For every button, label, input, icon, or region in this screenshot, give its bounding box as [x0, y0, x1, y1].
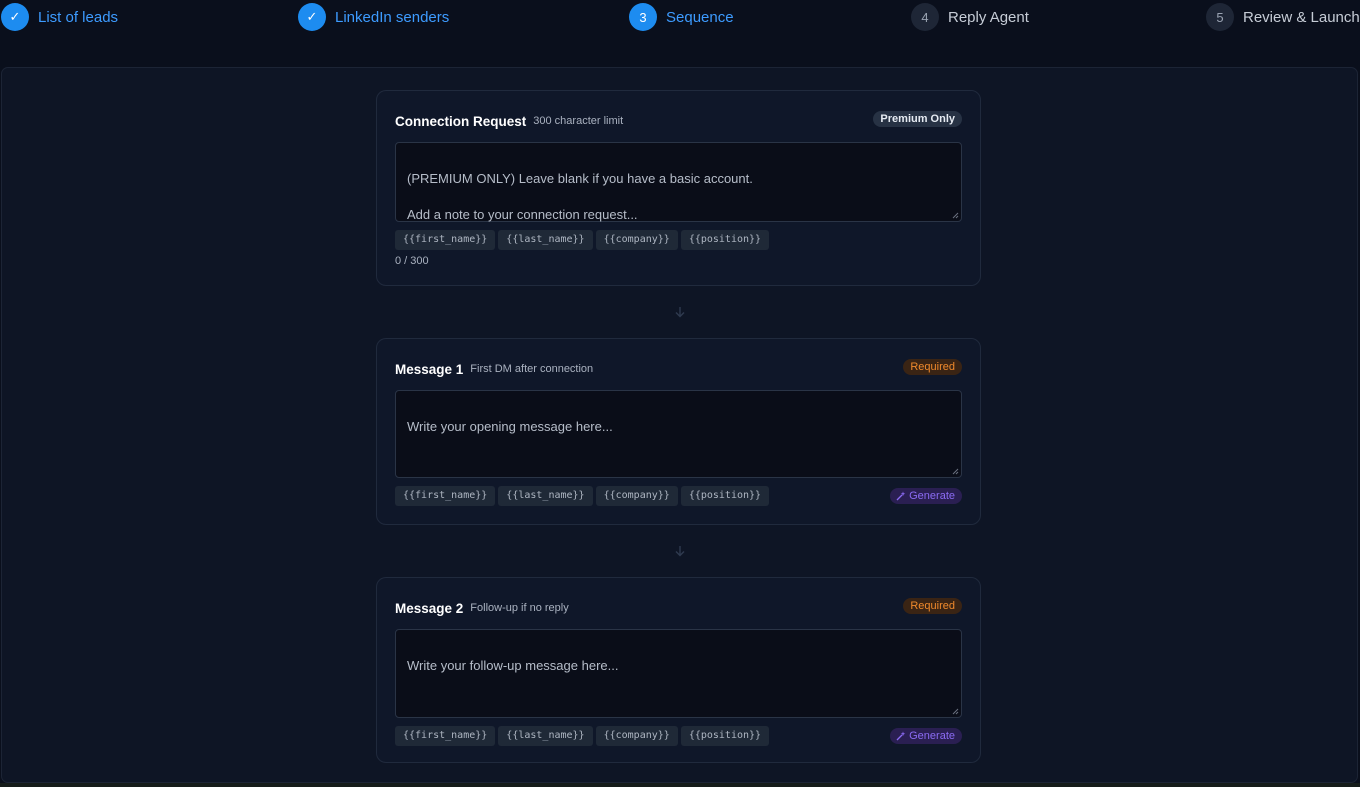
resize-grip-icon[interactable] — [951, 707, 959, 715]
resize-grip-icon[interactable] — [951, 467, 959, 475]
token-first-name[interactable]: {{first_name}} — [395, 230, 496, 250]
textarea-placeholder: (PREMIUM ONLY) Leave blank if you have a… — [407, 171, 753, 222]
token-last-name[interactable]: {{last_name}} — [498, 726, 593, 746]
character-counter: 0 / 300 — [395, 255, 429, 267]
token-position[interactable]: {{position}} — [680, 726, 770, 746]
generate-button[interactable]: Generate — [890, 728, 962, 744]
token-last-name[interactable]: {{last_name}} — [498, 230, 593, 250]
token-company[interactable]: {{company}} — [595, 486, 678, 506]
step-label: Reply Agent — [948, 8, 1029, 26]
step-sequence[interactable]: 3 Sequence — [629, 3, 734, 31]
token-position[interactable]: {{position}} — [680, 230, 770, 250]
variable-tokens: {{first_name}} {{last_name}} {{company}}… — [395, 486, 962, 506]
message-1-textarea[interactable]: Write your opening message here... — [395, 390, 962, 478]
connection-note-textarea[interactable]: (PREMIUM ONLY) Leave blank if you have a… — [395, 142, 962, 222]
step-linkedin-senders[interactable]: ✓ LinkedIn senders — [298, 3, 450, 31]
step-review-launch[interactable]: 5 Review & Launch — [1206, 3, 1360, 31]
bottom-edge — [0, 783, 1360, 787]
card-subtitle: First DM after connection — [470, 363, 594, 375]
token-first-name[interactable]: {{first_name}} — [395, 726, 496, 746]
token-position[interactable]: {{position}} — [680, 486, 770, 506]
message-2-card: Message 2 Follow-up if no reply Required… — [376, 577, 981, 763]
progress-stepper: ✓ List of leads ✓ LinkedIn senders 3 Seq… — [0, 0, 1360, 36]
premium-badge: Premium Only — [873, 111, 962, 127]
generate-label: Generate — [909, 730, 955, 742]
variable-tokens: {{first_name}} {{last_name}} {{company}}… — [395, 230, 962, 250]
resize-grip-icon[interactable] — [951, 211, 959, 219]
connection-request-card: Connection Request 300 character limit P… — [376, 90, 981, 286]
step-reply-agent[interactable]: 4 Reply Agent — [911, 3, 1029, 31]
step-label: Sequence — [666, 8, 734, 26]
sparkle-icon — [896, 491, 906, 501]
step-label: List of leads — [38, 8, 119, 26]
arrow-down-icon — [675, 546, 685, 557]
card-title: Message 2 — [395, 600, 464, 616]
variable-tokens: {{first_name}} {{last_name}} {{company}}… — [395, 726, 962, 746]
generate-button[interactable]: Generate — [890, 488, 962, 504]
card-title: Message 1 — [395, 361, 464, 377]
token-company[interactable]: {{company}} — [595, 230, 678, 250]
required-badge: Required — [903, 598, 962, 614]
arrow-down-icon — [675, 307, 685, 318]
textarea-placeholder: Write your follow-up message here... — [407, 658, 619, 673]
required-badge: Required — [903, 359, 962, 375]
step-number: 5 — [1206, 3, 1234, 31]
check-icon: ✓ — [298, 3, 326, 31]
sparkle-icon — [896, 731, 906, 741]
step-list-of-leads[interactable]: ✓ List of leads — [1, 3, 119, 31]
check-icon: ✓ — [1, 3, 29, 31]
message-1-card: Message 1 First DM after connection Requ… — [376, 338, 981, 525]
step-number: 3 — [629, 3, 657, 31]
card-subtitle: 300 character limit — [533, 115, 624, 127]
token-first-name[interactable]: {{first_name}} — [395, 486, 496, 506]
step-number: 4 — [911, 3, 939, 31]
card-subtitle: Follow-up if no reply — [470, 602, 569, 614]
token-last-name[interactable]: {{last_name}} — [498, 486, 593, 506]
generate-label: Generate — [909, 490, 955, 502]
step-label: Review & Launch — [1243, 8, 1360, 26]
message-2-textarea[interactable]: Write your follow-up message here... — [395, 629, 962, 718]
step-label: LinkedIn senders — [335, 8, 450, 26]
token-company[interactable]: {{company}} — [595, 726, 678, 746]
textarea-placeholder: Write your opening message here... — [407, 419, 613, 434]
card-title: Connection Request — [395, 113, 527, 129]
